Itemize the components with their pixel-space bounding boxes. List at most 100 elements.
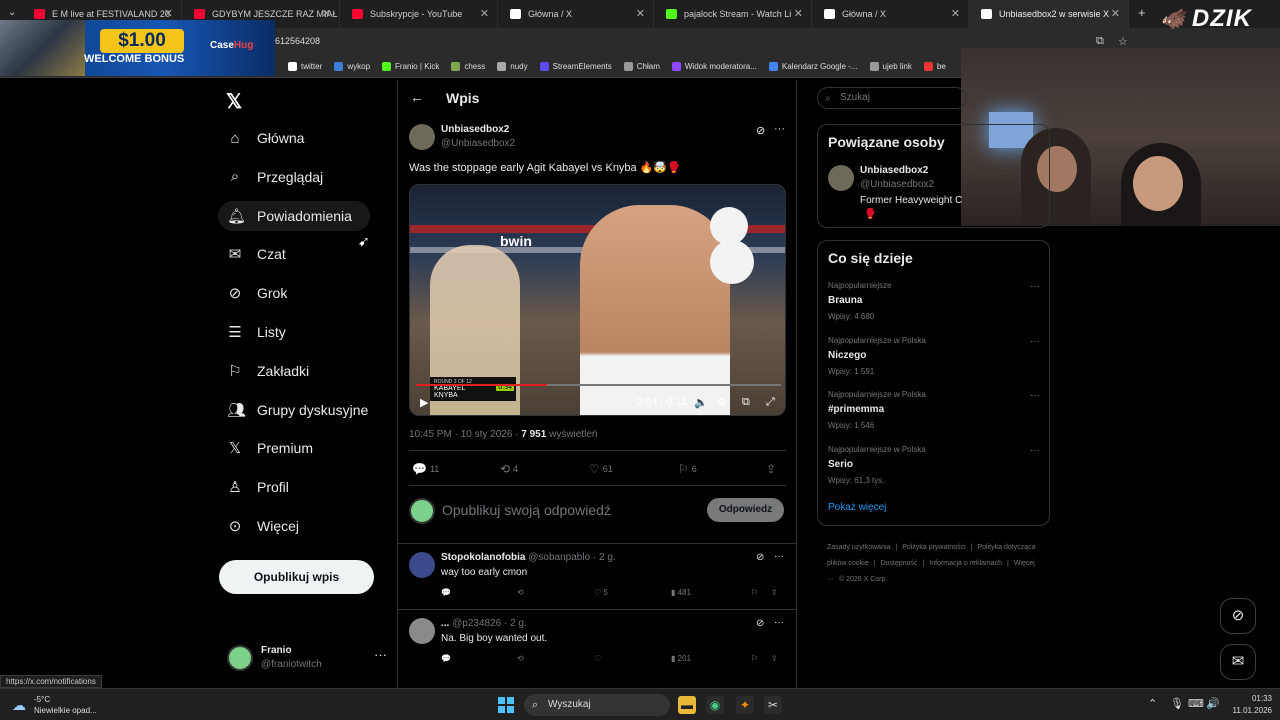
app-icon[interactable]: ✦ — [736, 696, 754, 714]
search-input[interactable]: ⌕ Szukaj — [817, 87, 967, 109]
nav-item-premium[interactable]: 𝕏 Premium — [218, 433, 331, 463]
close-icon[interactable]: ✕ — [1111, 7, 1120, 20]
browser-tab[interactable]: Unbiasedbox2 w serwisie X ✕ — [969, 0, 1129, 28]
bookmark-item[interactable]: StreamElements — [539, 62, 612, 71]
nav-item-zakładki[interactable]: ⚐ Zakładki — [218, 356, 327, 386]
windows-start-icon[interactable] — [498, 697, 514, 713]
close-icon[interactable]: ✕ — [636, 7, 645, 20]
messages-fab-icon[interactable]: ✉ — [1220, 644, 1256, 680]
grok-fab-icon[interactable]: ⊘ — [1220, 598, 1256, 634]
file-explorer-icon[interactable]: ▬ — [678, 696, 696, 714]
more-dots-icon[interactable]: ··· — [774, 617, 784, 628]
pip-icon[interactable]: ⧉ — [742, 396, 750, 409]
share-icon[interactable]: ⇪ — [771, 654, 778, 663]
bookmark-item[interactable]: chess — [451, 62, 485, 71]
back-arrow-icon[interactable]: ← — [410, 89, 424, 105]
close-icon[interactable]: ✕ — [164, 7, 173, 20]
browser-tab[interactable]: Subskrypcje - YouTube ✕ — [340, 0, 498, 28]
repost-icon[interactable]: ⟲ — [517, 588, 524, 597]
chrome-icon[interactable]: ◉ — [706, 696, 724, 714]
footer-link[interactable]: Polityka prywatności — [902, 544, 965, 551]
grok-icon[interactable]: ⊘ — [756, 124, 765, 137]
like-action[interactable]: ♡ — [594, 654, 601, 663]
bookmark-item[interactable]: nudy — [497, 62, 528, 71]
trend-item[interactable]: Najpopularniejsze w Polska Serio Wpisy: 61… — [828, 445, 1040, 495]
trend-item[interactable]: Najpopularniejsze Brauna Wpisy: 4 680 ··· — [828, 281, 1040, 331]
settings-gear-icon[interactable]: ⚙ — [717, 396, 727, 409]
reply-author-handle[interactable]: @sobanpablo · 2 g. — [528, 552, 615, 563]
fullscreen-icon[interactable]: ⤢ — [766, 396, 775, 409]
account-switcher[interactable]: Franio @franiotwitch ··· — [227, 643, 387, 673]
more-dots-icon[interactable]: ··· — [1030, 336, 1040, 347]
more-dots-icon[interactable]: ··· — [774, 551, 784, 562]
author-avatar[interactable] — [409, 124, 435, 150]
nav-item-przeglądaj[interactable]: ⌕ Przeglądaj — [218, 162, 341, 192]
new-tab-button[interactable]: + — [1138, 5, 1146, 20]
repost-action[interactable]: ⟲ 4 — [500, 462, 518, 476]
bookmark-item[interactable]: Franio | Kick — [382, 62, 439, 71]
close-icon[interactable]: ✕ — [480, 7, 489, 20]
views-action[interactable]: ▮ 481 — [671, 588, 691, 597]
footer-link[interactable]: Zasady użytkowania — [827, 544, 890, 551]
tray-chevron-icon[interactable]: ⌃ — [1148, 697, 1157, 710]
show-more-link[interactable]: Pokaż więcej — [828, 502, 886, 513]
related-handle[interactable]: @Unbiasedbox2 — [860, 179, 934, 190]
more-dots-icon[interactable]: ··· — [1030, 281, 1040, 292]
video-player[interactable]: bwin ROUND 3 OF 12 KABAYEL KNYBA 0:34 ▶ … — [409, 184, 786, 416]
author-name[interactable]: Unbiasedbox2 — [441, 124, 509, 135]
reply-icon[interactable]: 💬 — [441, 588, 451, 597]
more-dots-icon[interactable]: ··· — [774, 123, 785, 135]
more-dots-icon[interactable]: ··· — [374, 647, 387, 662]
close-icon[interactable]: ✕ — [322, 7, 331, 20]
more-dots-icon[interactable]: ··· — [1030, 445, 1040, 456]
bookmark-icon[interactable]: ⚐ — [751, 654, 758, 663]
post-timestamp[interactable]: 10:45 PM · 10 sty 2026 · — [409, 429, 521, 440]
reply-input[interactable]: Opublikuj swoją odpowiedź — [442, 502, 611, 518]
reply-post[interactable]: ... @p234826 · 2 g. Na. Big boy wanted ou… — [398, 609, 796, 675]
footer-link[interactable]: © 2026 X Corp. — [839, 576, 887, 583]
avatar[interactable] — [828, 165, 854, 191]
bookmark-item[interactable]: be — [923, 62, 946, 71]
nav-item-powiadomienia[interactable]: 🔔︎ Powiadomienia — [218, 200, 370, 231]
x-logo-icon[interactable]: 𝕏 — [226, 89, 242, 114]
trend-item[interactable]: Najpopularniejsze w Polska Niczego Wpisy: … — [828, 336, 1040, 386]
like-action[interactable]: ♡ 5 — [594, 588, 608, 597]
reply-author-name[interactable]: Stopokolanofobia — [441, 552, 525, 563]
author-handle[interactable]: @Unbiasedbox2 — [441, 138, 515, 149]
browser-tab[interactable]: Główna / X ✕ — [498, 0, 654, 28]
reply-button[interactable]: Odpowiedz — [707, 498, 784, 522]
nav-item-listy[interactable]: ☰ Listy — [218, 317, 304, 347]
taskbar-clock[interactable]: 01:33 11.01.2026 — [1228, 693, 1272, 717]
bookmark-icon[interactable]: ⚐ — [751, 588, 758, 597]
like-action[interactable]: ♡ 61 — [589, 462, 613, 476]
volume-icon[interactable]: 🔊 — [1206, 697, 1220, 710]
bookmark-action[interactable]: ⚐ 6 — [678, 462, 697, 476]
avatar[interactable] — [409, 552, 435, 578]
volume-icon[interactable]: 🔈 — [694, 396, 708, 409]
trend-item[interactable]: Najpopularniejsze w Polska #primemma Wpisy… — [828, 390, 1040, 440]
microphone-icon[interactable]: 🎙 — [1170, 697, 1184, 710]
close-icon[interactable]: ✕ — [951, 7, 960, 20]
install-app-icon[interactable]: ⧉ — [1096, 35, 1104, 48]
avatar[interactable] — [409, 618, 435, 644]
related-name[interactable]: Unbiasedbox2 — [860, 165, 928, 176]
bookmark-item[interactable]: ujeb link — [869, 62, 912, 71]
bookmark-star-icon[interactable]: ☆ — [1118, 35, 1128, 48]
reply-author-name[interactable]: ... — [441, 618, 449, 629]
browser-tab[interactable]: pajalock Stream - Watch Li ✕ — [654, 0, 812, 28]
bookmark-item[interactable]: Chłam — [623, 62, 660, 71]
reply-author-handle[interactable]: @p234826 · 2 g. — [452, 618, 527, 629]
nav-item-więcej[interactable]: ⊙ Więcej — [218, 511, 317, 541]
grok-icon[interactable]: ⊘ — [756, 552, 764, 563]
url-text[interactable]: 612564208 — [275, 36, 320, 46]
post-button[interactable]: Opublikuj wpis — [219, 560, 374, 594]
nav-item-czat[interactable]: ✉ Czat — [218, 239, 304, 269]
repost-icon[interactable]: ⟲ — [517, 654, 524, 663]
bookmark-item[interactable]: wykop — [334, 62, 370, 71]
grok-icon[interactable]: ⊘ — [756, 618, 764, 629]
reply-post[interactable]: Stopokolanofobia @sobanpablo · 2 g. way t… — [398, 543, 796, 609]
network-icon[interactable]: ⌨ — [1188, 697, 1204, 710]
bookmark-item[interactable]: Widok moderatora... — [671, 62, 757, 71]
snipping-tool-icon[interactable]: ✂ — [764, 696, 782, 714]
footer-link[interactable]: Informacja o reklamach — [929, 560, 1002, 567]
